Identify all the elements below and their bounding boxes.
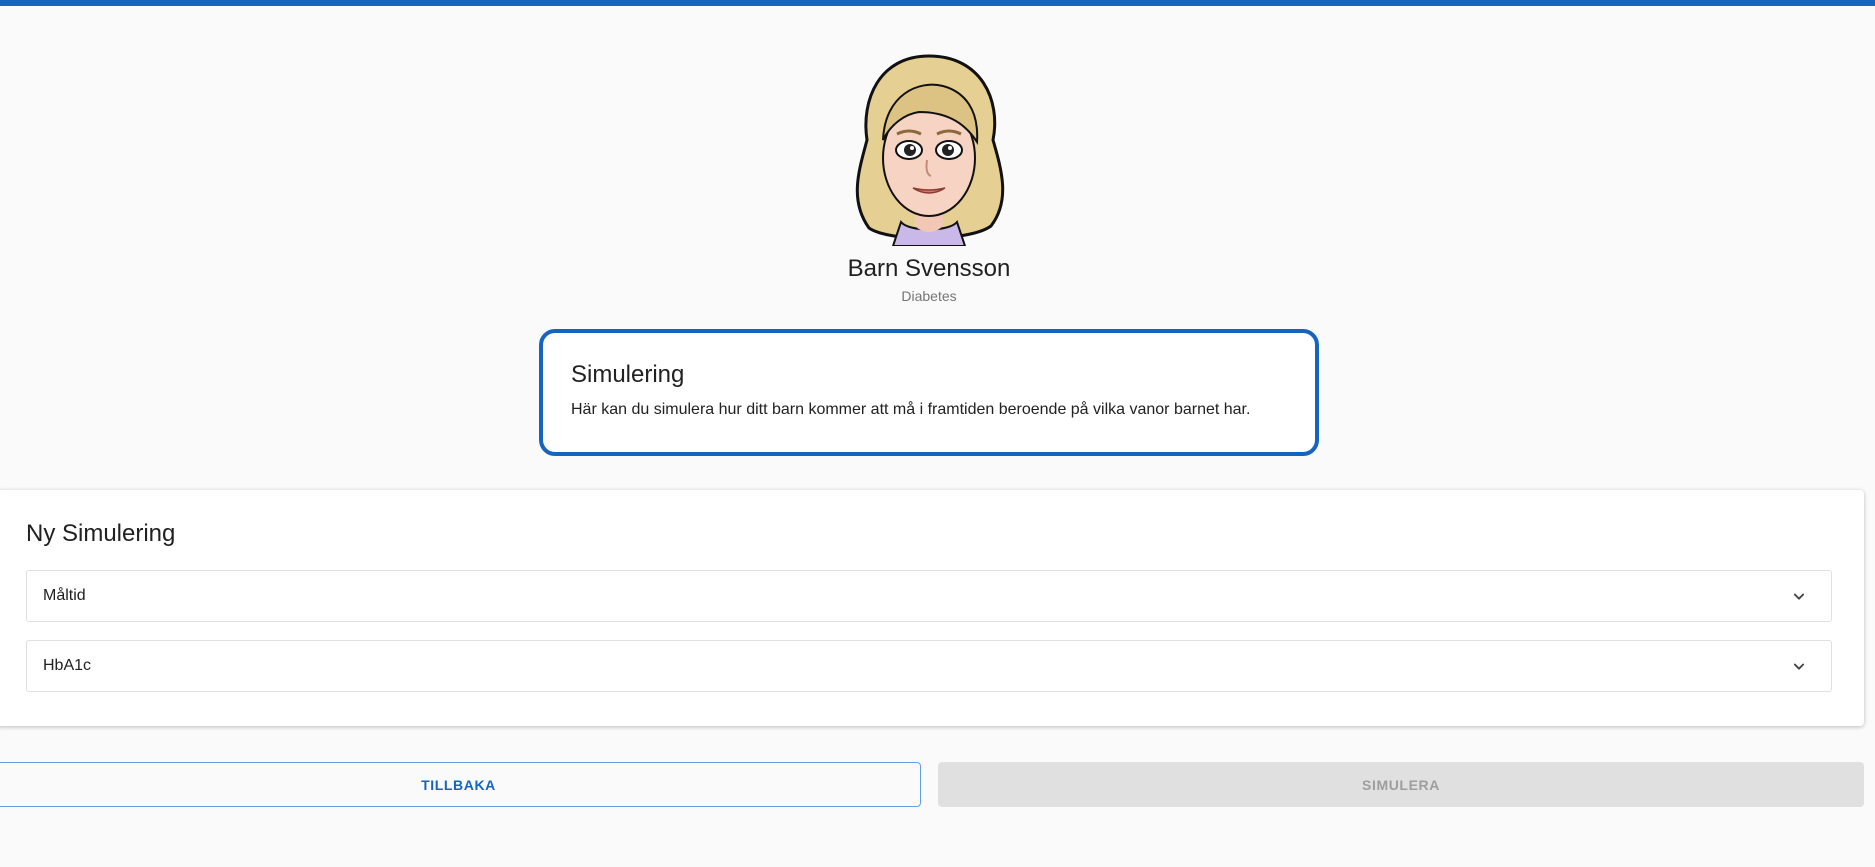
info-card-title: Simulering — [571, 361, 685, 388]
info-card: Simulering Här kan du simulera hur ditt … — [539, 329, 1319, 456]
profile-condition: Diabetes — [901, 288, 957, 304]
accordion-label: HbA1c — [43, 657, 92, 674]
simulate-button[interactable]: SIMULERA — [938, 762, 1864, 807]
new-simulation-panel: Ny Simulering Måltid HbA1c — [0, 490, 1864, 726]
avatar — [855, 54, 1005, 246]
profile-name: Barn Svensson — [847, 255, 1011, 282]
accordion-hba1c[interactable]: HbA1c — [26, 640, 1832, 692]
profile-header: Barn Svensson Diabetes — [0, 50, 1858, 304]
chevron-down-icon — [1793, 593, 1805, 600]
info-card-text: Här kan du simulera hur ditt barn kommer… — [571, 401, 1251, 418]
accordion-label: Måltid — [43, 587, 86, 604]
new-simulation-title: Ny Simulering — [26, 520, 176, 547]
accordion-maltid[interactable]: Måltid — [26, 570, 1832, 622]
chevron-down-icon — [1793, 663, 1805, 670]
top-accent-bar — [0, 0, 1875, 6]
back-button[interactable]: TILLBAKA — [0, 762, 921, 807]
